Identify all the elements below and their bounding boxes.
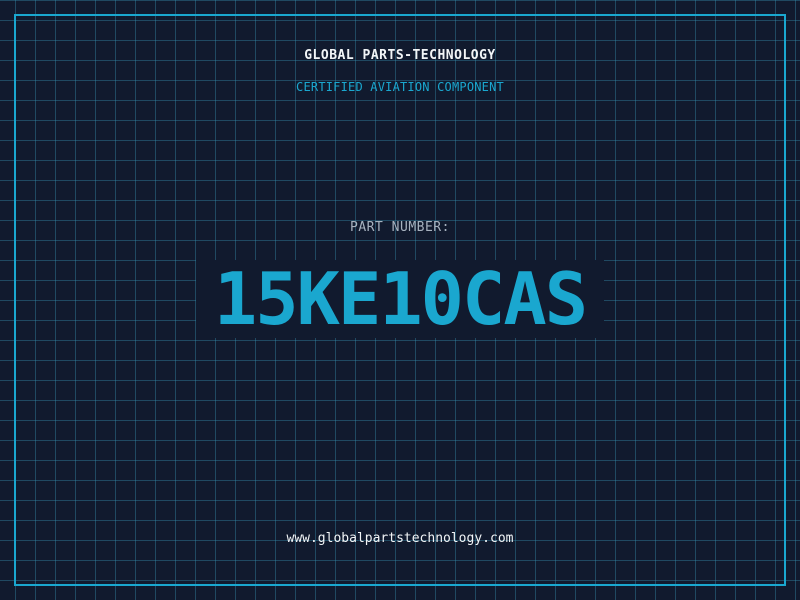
brand-title: GLOBAL PARTS-TECHNOLOGY [304,48,496,63]
part-number-label: PART NUMBER: [350,220,450,235]
part-number-value: 15KE10CAS [213,257,588,341]
website-link: www.globalpartstechnology.com [286,531,514,546]
part-number-panel: 15KE10CAS [196,260,604,338]
brand-tagline: CERTIFIED AVIATION COMPONENT [296,80,504,94]
